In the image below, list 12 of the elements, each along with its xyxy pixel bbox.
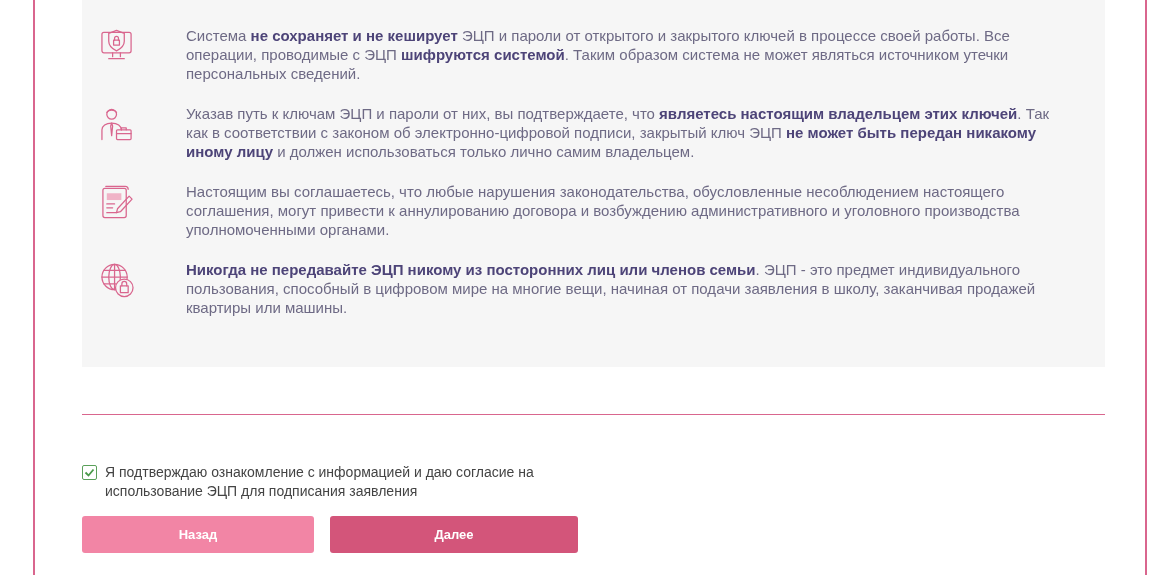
consent-checkbox[interactable] [82,465,97,480]
notice-text: Указав путь к ключам ЭЦП и пароли от них, вы подтверждаете, что являетесь настоящим владельцем этих ключей. Так как в соответствии с законом об электронно-цифровой подписи, закрытый ключ ЭЦП не может быть передан никакому иному лицу и должен использоваться только лично самим владельцем. [186,104,1051,161]
next-button[interactable]: Далее [330,516,578,553]
back-button[interactable]: Назад [82,516,314,553]
globe-lock-icon [100,262,134,298]
consent-label: Я подтверждаю ознакомление с информацией и даю согласие на использование ЭЦП для подписания заявления [105,463,535,501]
notice-text: Никогда не передавайте ЭЦП никому из посторонних лиц или членов семьи. ЭЦП - это предмет индивидуального пользования, способный в цифровом мире на многие вещи, начиная от подачи заявления в школу, заканчивая продажей квартиры или машины. [186,260,1037,317]
check-icon [84,467,95,478]
notice-text: Система не сохраняет и не кеширует ЭЦП и пароли от открытого и закрытого ключей в процессе своей работы. Все операции, проводимые с ЭЦП шифруются системой. Таким образом система не может являться источником утечки персональных сведений. [186,26,1011,83]
document-pen-icon [100,184,134,220]
notice-text: Настоящим вы соглашаетесь, что любые нарушения законодательства, обусловленные несоблюдением настоящего соглашения, могут привести к аннулированию договора и возбуждению административного и уголовного производства уполномоченными органами. [186,182,1021,239]
person-briefcase-icon [100,106,134,142]
